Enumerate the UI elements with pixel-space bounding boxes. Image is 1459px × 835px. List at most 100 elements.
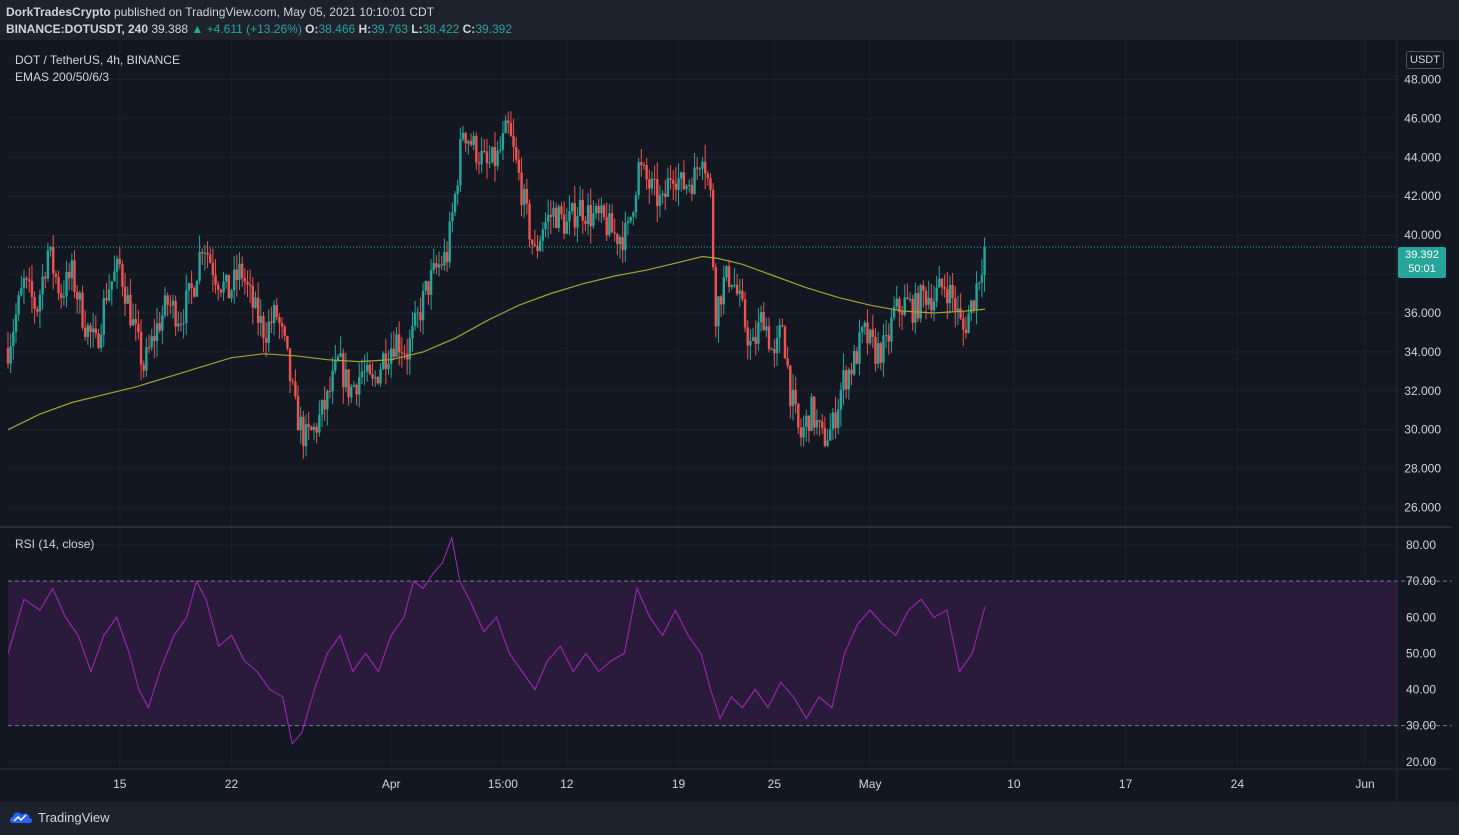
rsi-band <box>8 581 1397 726</box>
candle-body <box>403 353 406 355</box>
candle-body <box>562 214 566 234</box>
rsi-tick-label: 20.00 <box>1406 755 1436 769</box>
candle-body <box>983 246 986 276</box>
candle-body <box>855 351 859 364</box>
bar-countdown: 50:01 <box>1408 263 1436 275</box>
candle-body <box>767 326 771 350</box>
candle-body <box>669 178 672 180</box>
candle-body <box>914 293 917 323</box>
candle-body <box>246 281 249 285</box>
chart-canvas[interactable]: 26.00028.00030.00032.00034.00036.00038.0… <box>0 40 1459 802</box>
candle-body <box>533 244 537 246</box>
candle-body <box>54 273 58 277</box>
candle-body <box>227 274 231 299</box>
candle-body <box>592 213 595 227</box>
candle-body <box>296 396 300 431</box>
candle-body <box>730 285 733 288</box>
candle-body <box>153 336 156 341</box>
candle-body <box>509 123 513 137</box>
candle-body <box>137 323 140 332</box>
candle-body <box>113 271 116 282</box>
legend-rsi[interactable]: RSI (14, close) <box>15 537 94 551</box>
candle-body <box>903 297 906 315</box>
candle-body <box>52 246 55 274</box>
candle-body <box>206 252 209 255</box>
candle-body <box>485 151 489 164</box>
candle-body <box>706 173 710 179</box>
candle-body <box>115 258 119 272</box>
candle-body <box>187 283 191 291</box>
candle-body <box>453 193 457 213</box>
candle-body <box>283 326 286 336</box>
candle-body <box>964 329 968 334</box>
price-tick-label: 44.000 <box>1404 150 1441 164</box>
price-tick-label: 46.000 <box>1404 111 1441 125</box>
candle-body <box>145 347 148 371</box>
candle-body <box>541 229 545 241</box>
candle-body <box>978 282 981 284</box>
publisher-name[interactable]: DorkTradesCrypto <box>6 5 111 19</box>
candle-body <box>318 414 321 433</box>
time-tick-label: 17 <box>1119 777 1133 791</box>
high-value: 39.763 <box>371 22 408 36</box>
candle-body <box>347 369 350 398</box>
candle-body <box>839 389 843 410</box>
candle-body <box>344 369 348 388</box>
candle-body <box>366 364 369 372</box>
tradingview-logo[interactable]: TradingView <box>8 809 110 825</box>
candle-body <box>650 178 654 189</box>
time-tick-label: 12 <box>560 777 574 791</box>
candle-body <box>900 312 904 315</box>
candle-body <box>70 260 74 279</box>
candle-body <box>139 331 143 365</box>
currency-button[interactable]: USDT <box>1406 51 1444 69</box>
candle-body <box>837 409 840 428</box>
candle-body <box>600 205 603 214</box>
legend-title[interactable]: DOT / TetherUS, 4h, BINANCE <box>15 53 180 67</box>
candle-body <box>831 412 835 430</box>
candle-body <box>62 296 66 298</box>
candle-body <box>549 215 553 217</box>
candle-body <box>331 370 334 392</box>
candle-body <box>738 290 741 294</box>
candle-body <box>41 276 44 295</box>
candle-body <box>608 213 611 236</box>
ohlc-line: BINANCE:DOTUSDT, 240 39.388 ▲ +4.611 (+1… <box>6 22 512 36</box>
candle-body <box>230 290 233 299</box>
candle-body <box>182 322 185 324</box>
candle-body <box>161 315 164 331</box>
candle-body <box>661 193 664 196</box>
candle-body <box>501 132 505 150</box>
candle-body <box>278 317 281 324</box>
time-tick-label: 15:00 <box>488 777 518 791</box>
candle-body <box>483 151 486 153</box>
candle-body <box>262 316 265 339</box>
candle-body <box>155 323 159 341</box>
candle-body <box>557 206 561 228</box>
legend-ema[interactable]: EMAS 200/50/6/3 <box>15 70 109 84</box>
candle-body <box>749 340 752 346</box>
candle-body <box>323 400 326 410</box>
candle-body <box>938 278 941 288</box>
candle-body <box>930 298 933 311</box>
candle-body <box>919 285 922 319</box>
candle-body <box>576 216 579 228</box>
candle-body <box>174 300 177 327</box>
footer: TradingView <box>0 802 1459 835</box>
candle-body <box>78 292 82 300</box>
candle-body <box>778 325 781 338</box>
candle-body <box>288 348 292 382</box>
candle-body <box>714 267 718 327</box>
candle-body <box>171 300 175 306</box>
candle-body <box>342 353 345 388</box>
candle-body <box>573 203 576 228</box>
last-price: 39.388 <box>151 22 189 36</box>
candle-body <box>624 222 627 251</box>
candle-body <box>46 250 50 279</box>
candle-body <box>464 132 467 144</box>
candle-body <box>626 221 630 223</box>
candle-body <box>871 329 874 337</box>
candle-body <box>677 178 680 190</box>
header: DorkTradesCrypto published on TradingVie… <box>0 0 1459 40</box>
candle-body <box>645 164 648 180</box>
